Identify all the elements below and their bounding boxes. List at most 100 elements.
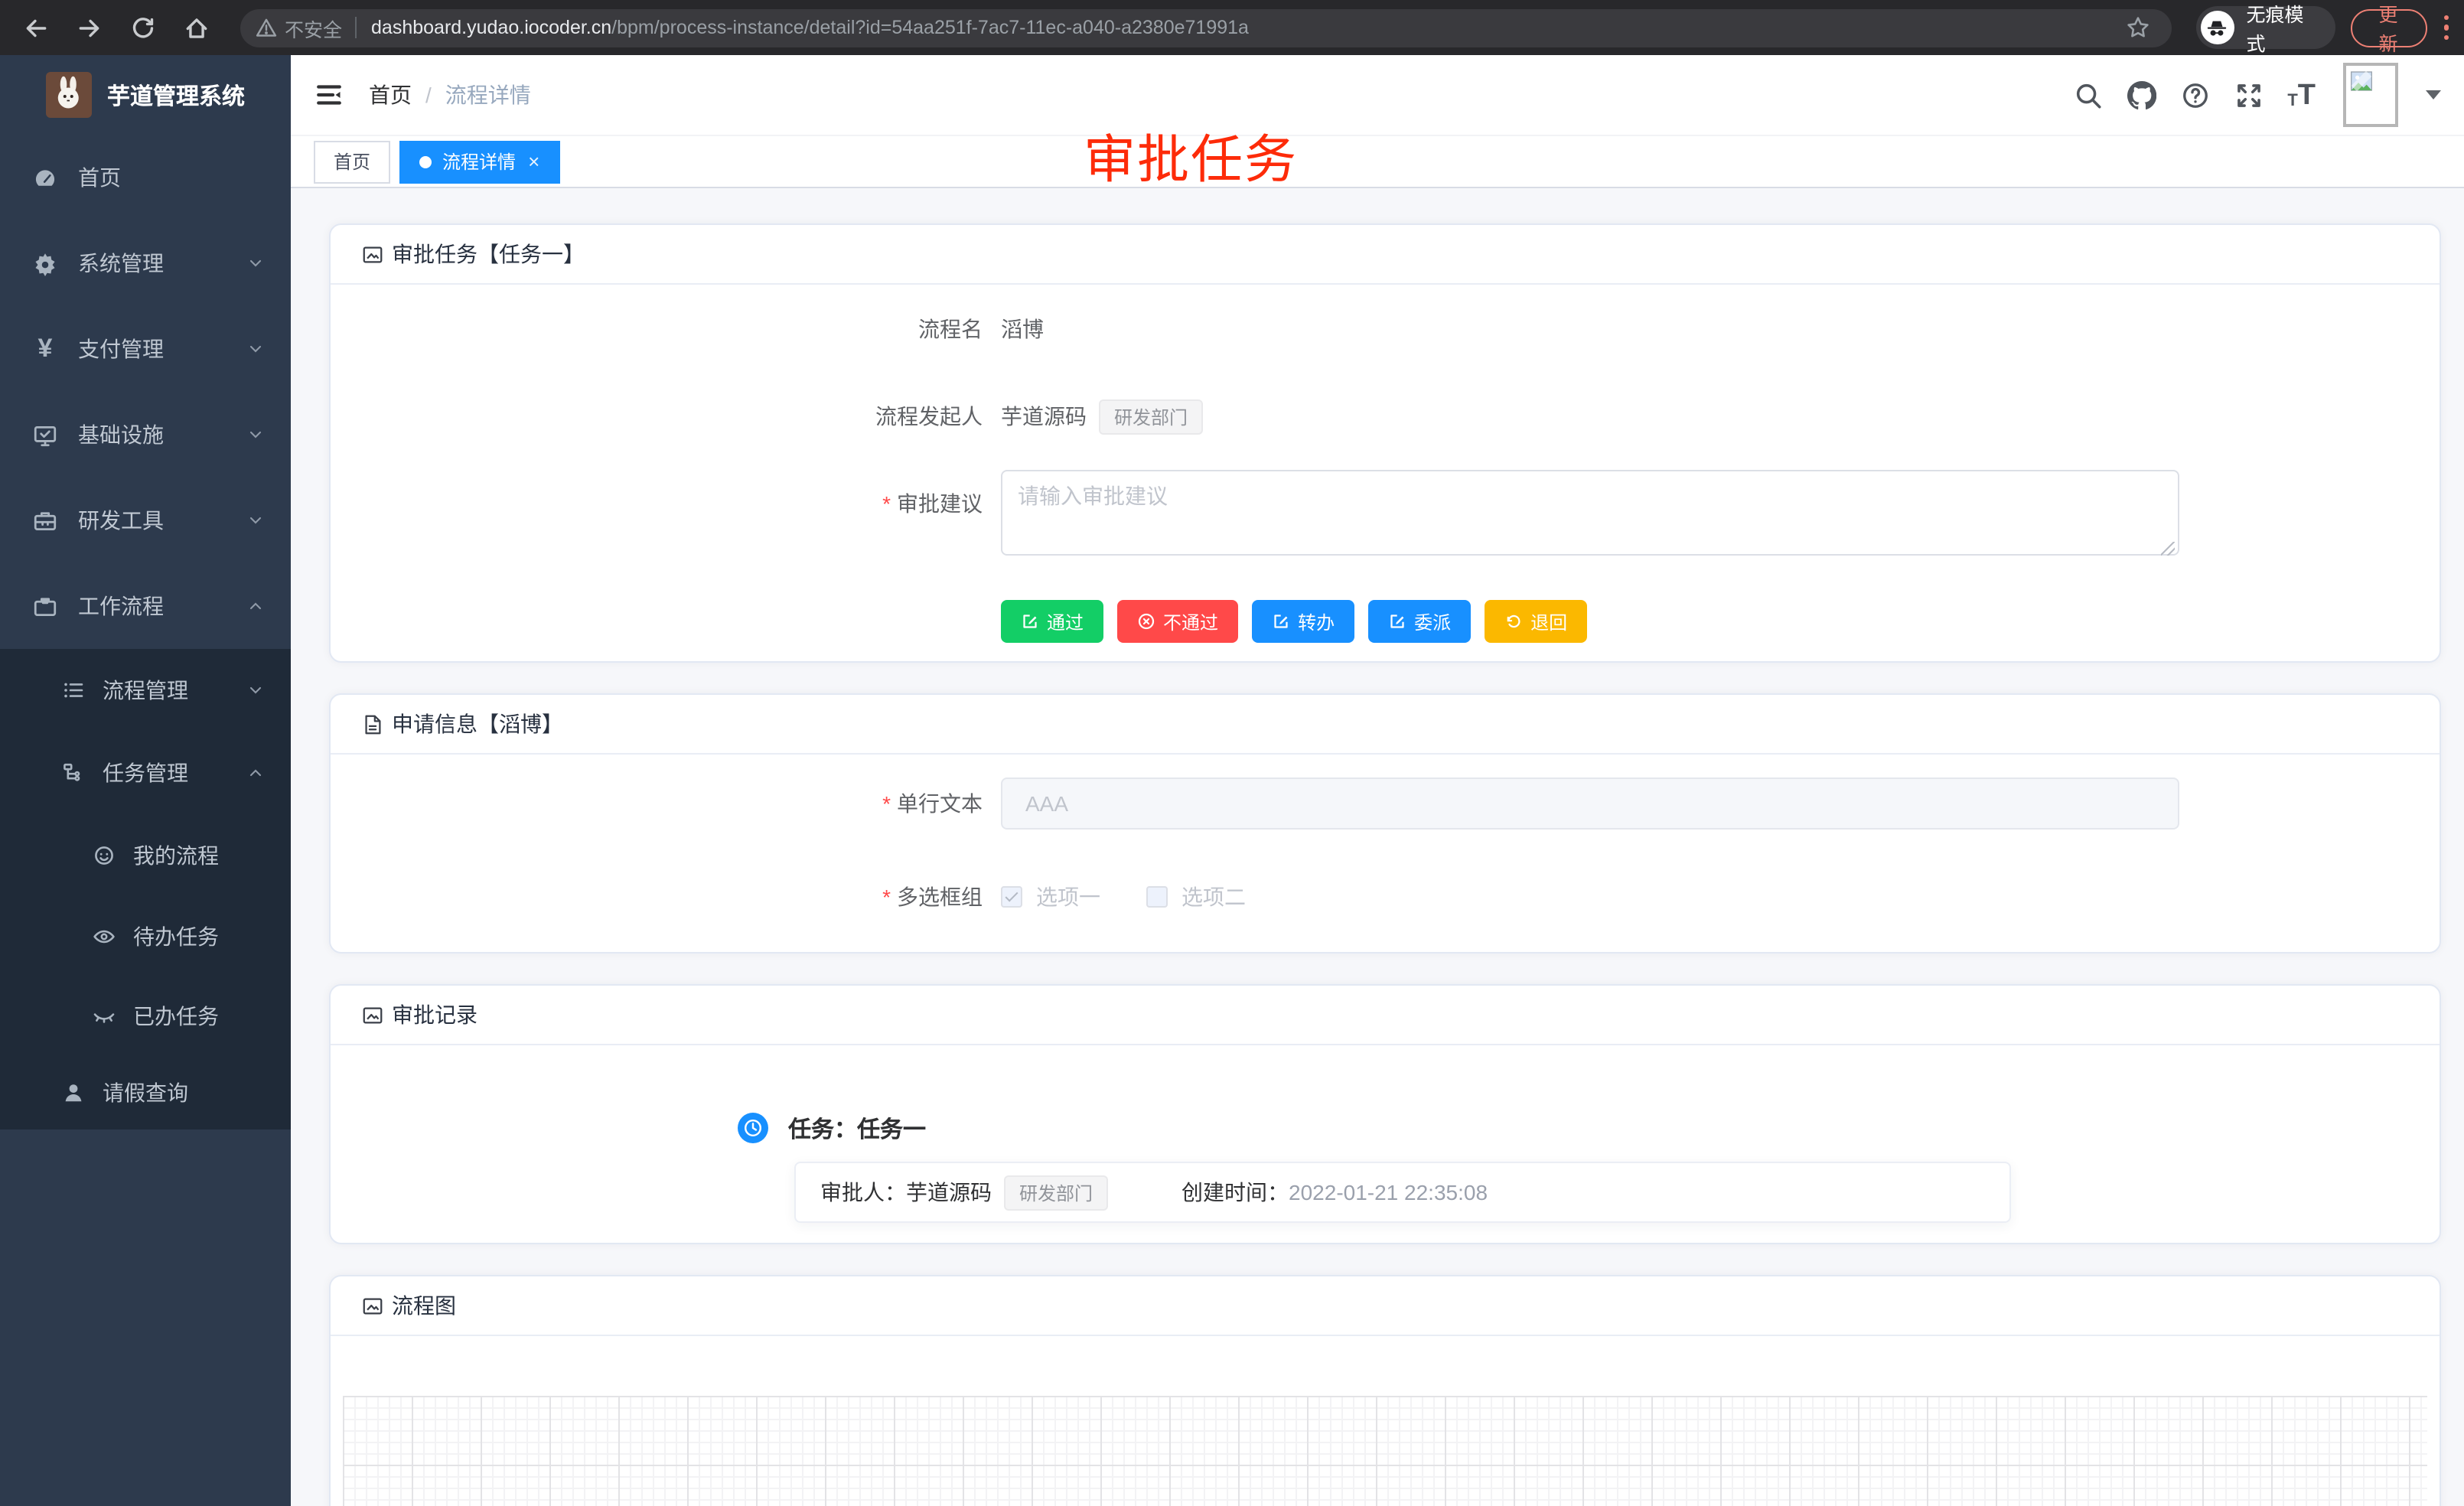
tags-view-bar: 首页 流程详情 × bbox=[291, 135, 2464, 188]
sidebar-item-label: 首页 bbox=[78, 162, 121, 193]
bookmark-star-icon[interactable] bbox=[2125, 15, 2149, 40]
sidebar-item-task-mgmt[interactable]: 任务管理 bbox=[0, 732, 291, 814]
checkbox-group: 选项一 选项二 bbox=[1001, 882, 1246, 912]
picture-icon bbox=[361, 243, 384, 266]
timeline-clock-icon bbox=[738, 1113, 768, 1143]
required-asterisk: * bbox=[882, 791, 891, 816]
avatar-caret-icon[interactable] bbox=[2426, 90, 2441, 99]
return-button[interactable]: 退回 bbox=[1485, 600, 1587, 643]
sidebar: 芋道管理系统 首页 系统管理 ¥ 支付管理 bbox=[0, 55, 291, 1506]
sidebar-item-label: 系统管理 bbox=[78, 248, 164, 279]
sidebar-item-todo-tasks[interactable]: 待办任务 bbox=[0, 897, 291, 976]
chevron-down-icon bbox=[246, 511, 265, 530]
tab-process-detail[interactable]: 流程详情 × bbox=[399, 140, 559, 183]
circle-close-icon bbox=[1137, 612, 1155, 631]
sidebar-item-workflow[interactable]: 工作流程 bbox=[0, 563, 291, 649]
flow-chart-card: 流程图 bbox=[329, 1275, 2441, 1506]
tab-home[interactable]: 首页 bbox=[314, 140, 390, 183]
github-icon[interactable] bbox=[2127, 80, 2156, 109]
url-domain[interactable]: dashboard.yudao.iocoder.cn bbox=[371, 17, 611, 38]
created-time-label: 创建时间： bbox=[1181, 1177, 1289, 1208]
app-logo[interactable]: 芋道管理系统 bbox=[0, 55, 291, 135]
app-title: 芋道管理系统 bbox=[107, 79, 245, 111]
logo-avatar bbox=[46, 72, 92, 118]
back-icon[interactable] bbox=[23, 15, 49, 41]
face-icon bbox=[92, 843, 116, 868]
home-icon[interactable] bbox=[184, 15, 210, 41]
refresh-left-icon bbox=[1504, 612, 1523, 631]
edit-icon bbox=[1272, 612, 1290, 631]
bpmn-diagram-canvas[interactable] bbox=[343, 1396, 2427, 1506]
approval-task-card-header: 审批任务【任务一】 bbox=[331, 225, 2440, 285]
reload-icon[interactable] bbox=[130, 15, 156, 41]
sidebar-item-label: 基础设施 bbox=[78, 419, 164, 450]
chevron-down-icon bbox=[246, 254, 265, 272]
checkbox-option-1: 选项一 bbox=[1001, 882, 1100, 912]
transfer-button[interactable]: 转办 bbox=[1252, 600, 1354, 643]
sidebar-item-label: 支付管理 bbox=[78, 334, 164, 364]
hamburger-icon[interactable] bbox=[314, 80, 344, 110]
address-bar[interactable]: 不安全 dashboard.yudao.iocoder.cn/bpm/proce… bbox=[240, 8, 2171, 47]
browser-toolbar: 不安全 dashboard.yudao.iocoder.cn/bpm/proce… bbox=[0, 0, 2464, 55]
sidebar-item-home[interactable]: 首页 bbox=[0, 135, 291, 220]
initiator-label: 流程发起人 bbox=[361, 401, 1001, 432]
apply-info-card-header: 申请信息【滔博】 bbox=[331, 695, 2440, 755]
workflow-submenu: 流程管理 任务管理 我的流程 bbox=[0, 649, 291, 1130]
breadcrumb-home[interactable]: 首页 bbox=[369, 80, 412, 110]
suggest-textarea[interactable] bbox=[1001, 470, 2179, 556]
font-size-icon[interactable]: TT bbox=[2287, 80, 2316, 109]
briefcase-icon bbox=[32, 593, 58, 619]
checkbox-group-label: *多选框组 bbox=[361, 882, 1001, 912]
checkbox-checked-icon bbox=[1001, 886, 1022, 908]
search-icon[interactable] bbox=[2073, 80, 2102, 109]
screen: 不安全 dashboard.yudao.iocoder.cn/bpm/proce… bbox=[0, 0, 2464, 1506]
resize-grip[interactable] bbox=[2161, 542, 2175, 556]
sidebar-item-my-process[interactable]: 我的流程 bbox=[0, 814, 291, 897]
sidebar-item-label: 已办任务 bbox=[133, 1001, 219, 1032]
forward-icon[interactable] bbox=[77, 15, 103, 41]
delegate-button[interactable]: 委派 bbox=[1368, 600, 1471, 643]
approve-button[interactable]: 通过 bbox=[1001, 600, 1103, 643]
card-title: 流程图 bbox=[392, 1290, 456, 1321]
browser-menu-icon[interactable] bbox=[2443, 15, 2449, 41]
sidebar-item-done-tasks[interactable]: 已办任务 bbox=[0, 976, 291, 1056]
active-tab-dot bbox=[419, 155, 432, 168]
url-path[interactable]: /bpm/process-instance/detail?id=54aa251f… bbox=[611, 17, 1249, 38]
sidebar-item-label: 工作流程 bbox=[78, 591, 164, 621]
sidebar-item-leave-query[interactable]: 请假查询 bbox=[0, 1056, 291, 1130]
dashboard-icon bbox=[32, 165, 58, 191]
card-title: 申请信息【滔博】 bbox=[392, 709, 563, 739]
chevron-down-icon bbox=[246, 425, 265, 444]
breadcrumb-current: 流程详情 bbox=[445, 80, 531, 110]
approver-label: 审批人： bbox=[820, 1177, 906, 1208]
top-header: 首页 / 流程详情 TT bbox=[291, 55, 2464, 135]
breadcrumb-separator: / bbox=[425, 83, 432, 107]
single-line-text-input bbox=[1001, 777, 2179, 830]
picture-icon bbox=[361, 1003, 384, 1026]
card-title: 审批记录 bbox=[392, 999, 477, 1030]
process-name-value: 滔博 bbox=[1001, 314, 1044, 344]
record-detail-card: 审批人： 芋道源码 研发部门 创建时间： 2022-01-21 22:35:08 bbox=[794, 1162, 2011, 1223]
reject-button[interactable]: 不通过 bbox=[1117, 600, 1238, 643]
sidebar-item-label: 任务管理 bbox=[103, 758, 188, 788]
url-divider bbox=[354, 17, 356, 38]
gear-icon bbox=[32, 250, 58, 276]
sidebar-item-infrastructure[interactable]: 基础设施 bbox=[0, 392, 291, 478]
help-icon[interactable] bbox=[2180, 80, 2209, 109]
page-content: 审批任务【任务一】 流程名 滔博 流程发起人 芋道源码 研发部门 bbox=[291, 188, 2464, 1506]
sidebar-item-label: 流程管理 bbox=[103, 675, 188, 706]
required-asterisk: * bbox=[882, 885, 891, 909]
sidebar-item-system[interactable]: 系统管理 bbox=[0, 220, 291, 306]
update-button[interactable]: 更新 bbox=[2350, 8, 2427, 47]
sidebar-item-process-mgmt[interactable]: 流程管理 bbox=[0, 649, 291, 732]
approver-name: 芋道源码 bbox=[906, 1177, 992, 1208]
close-icon[interactable]: × bbox=[528, 152, 539, 171]
sidebar-item-devtools[interactable]: 研发工具 bbox=[0, 478, 291, 563]
avatar[interactable] bbox=[2343, 63, 2398, 127]
fullscreen-icon[interactable] bbox=[2234, 80, 2263, 109]
not-secure-warning-icon bbox=[256, 17, 277, 38]
sidebar-item-payment[interactable]: ¥ 支付管理 bbox=[0, 306, 291, 392]
security-label[interactable]: 不安全 bbox=[285, 13, 342, 42]
approval-record-card-header: 审批记录 bbox=[331, 986, 2440, 1045]
incognito-label: 无痕模式 bbox=[2246, 0, 2318, 57]
